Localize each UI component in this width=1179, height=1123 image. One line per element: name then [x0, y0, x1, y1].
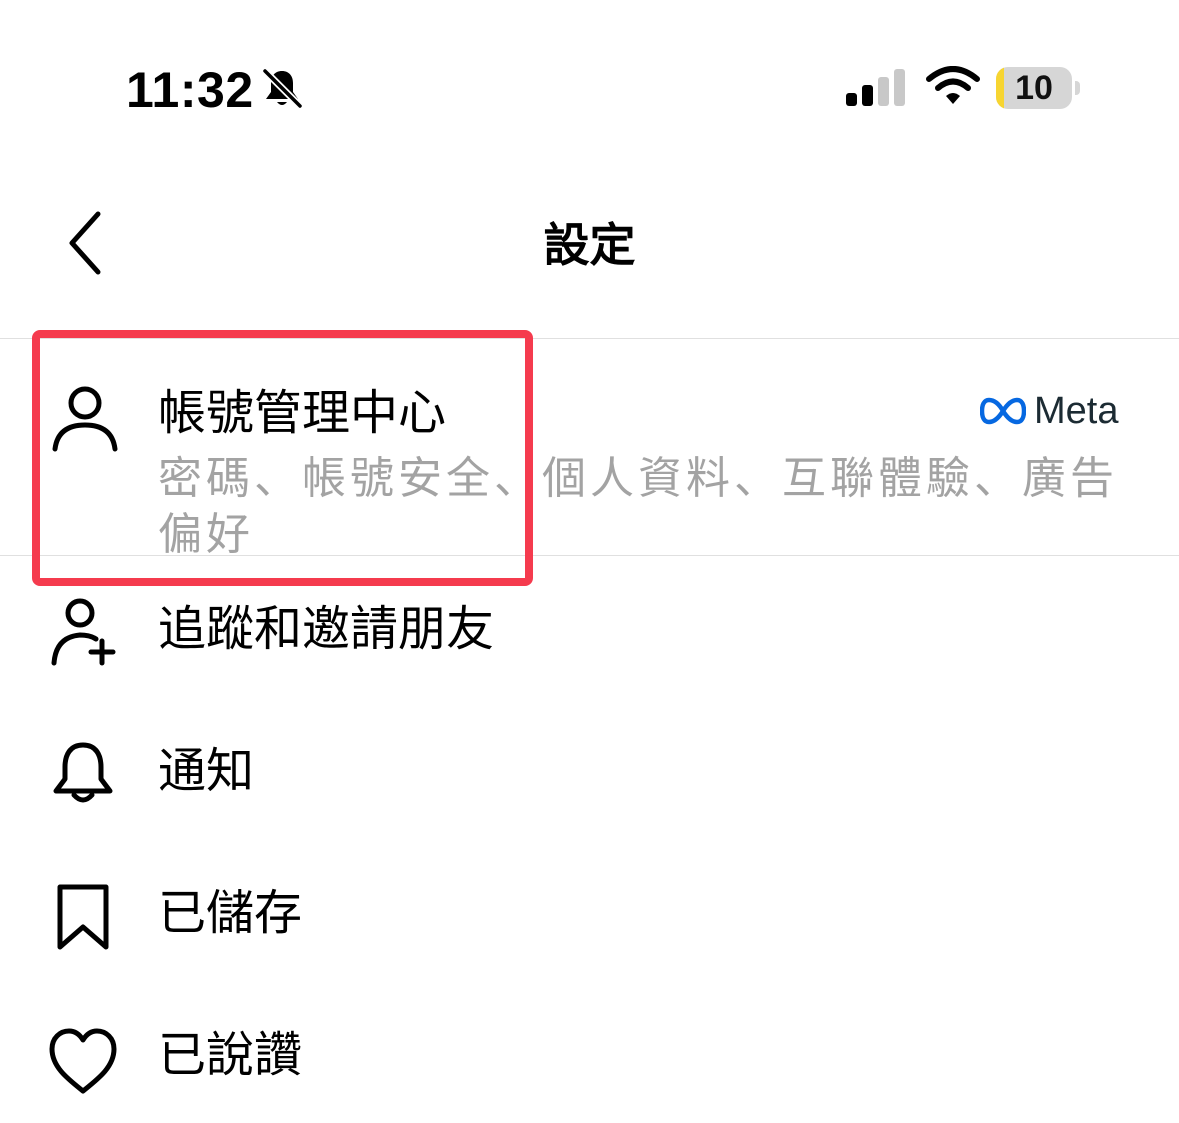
- cellular-signal-icon: [846, 69, 905, 106]
- meta-brand-text: Meta: [1034, 390, 1119, 432]
- highlight-box: [32, 330, 533, 586]
- header: 設定: [0, 180, 1179, 339]
- menu-item-saved[interactable]: 已儲存: [0, 843, 1179, 985]
- battery-cap: [1075, 81, 1080, 95]
- menu-item-follow-invite[interactable]: 追蹤和邀請朋友: [0, 559, 1179, 701]
- menu-label: 已儲存: [158, 885, 303, 941]
- menu-label: 通知: [158, 743, 255, 799]
- person-add-icon: [51, 598, 116, 666]
- menu-item-liked[interactable]: 已說讚: [0, 985, 1179, 1123]
- meta-logo: Meta: [980, 389, 1118, 433]
- settings-screen: 11:32 10 設定 帳號管理中心 密碼、帳號安全、個人資料、互聯體驗、廣告偏…: [0, 0, 1179, 1123]
- status-time: 11:32: [126, 62, 254, 118]
- meta-infinity-icon: [980, 397, 1026, 425]
- bell-slash-icon: [261, 67, 304, 110]
- battery-icon: 10: [996, 67, 1082, 109]
- battery-body: 10: [996, 67, 1072, 109]
- wifi-icon: [926, 66, 980, 104]
- menu-item-notifications[interactable]: 通知: [0, 701, 1179, 843]
- page-title: 設定: [543, 218, 636, 272]
- status-bar: 11:32 10: [0, 0, 1179, 180]
- bookmark-icon: [57, 884, 109, 950]
- bell-icon: [53, 742, 113, 803]
- menu-label: 已說讚: [158, 1027, 303, 1083]
- heart-icon: [49, 1028, 117, 1094]
- battery-level: 10: [1015, 69, 1053, 107]
- menu-label: 追蹤和邀請朋友: [158, 601, 495, 657]
